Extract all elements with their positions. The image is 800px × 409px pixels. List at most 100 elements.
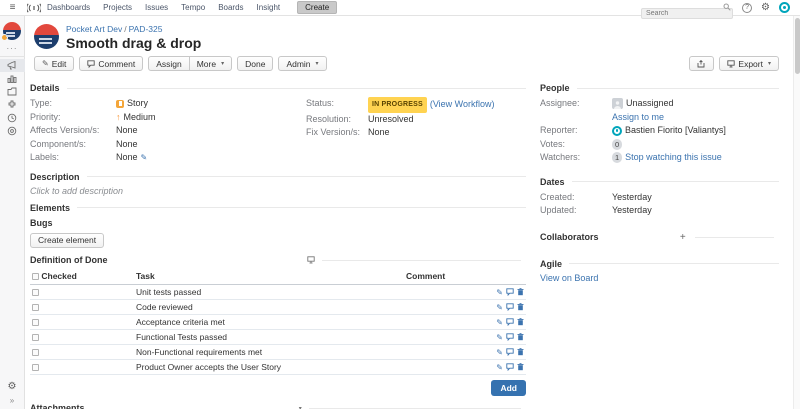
components-icon[interactable] [0,98,25,111]
dod-row-checkbox[interactable] [32,364,39,371]
description-placeholder[interactable]: Click to add description [30,186,526,196]
admin-button[interactable]: Admin ▾ [278,56,326,71]
add-collaborator-icon[interactable]: + [678,232,688,243]
comment-button[interactable]: Comment [79,56,143,71]
search-icon[interactable] [723,3,731,11]
comment-row-icon[interactable] [506,318,514,326]
dod-comment [404,330,490,345]
fix-version-label: Fix Version/s: [306,126,368,140]
dod-row-checkbox[interactable] [32,289,39,296]
edit-row-icon[interactable]: ✎ [496,348,503,357]
dod-row-checkbox[interactable] [32,319,39,326]
announcements-icon[interactable] [0,59,25,72]
toolbar-right: Export ▾ [689,56,779,71]
labels-label: Labels: [30,151,116,165]
nav-dashboards[interactable]: Dashboards [47,3,90,12]
dod-row-checkbox[interactable] [32,304,39,311]
reporter-label: Reporter: [540,124,612,138]
assign-label: Assign [156,59,182,69]
nav-tempo[interactable]: Tempo [181,3,205,12]
more-button[interactable]: More ▾ [190,56,232,71]
field-labels: Labels: None✎ [30,151,306,165]
dod-select-all-checkbox[interactable] [32,273,39,280]
updated-label: Updated: [540,204,612,218]
export-button[interactable]: Export ▾ [719,56,779,71]
watchers-badge[interactable]: 1 [612,152,622,163]
edit-labels-icon[interactable]: ✎ [141,151,148,165]
priority-medium-icon: ↑ [116,111,121,125]
dod-row-checkbox[interactable] [32,349,39,356]
comment-row-icon[interactable] [506,303,514,311]
create-element-button[interactable]: Create element [30,233,104,248]
stop-watching-link[interactable]: Stop watching this issue [625,151,722,165]
search-input[interactable] [641,8,733,19]
nav-insight[interactable]: Insight [257,3,281,12]
unassigned-avatar-icon [612,98,623,109]
delete-row-icon[interactable] [517,318,524,326]
attachments-options-caret-icon[interactable]: ▾ [299,405,302,409]
view-workflow-link[interactable]: (View Workflow) [430,98,495,112]
comment-row-icon[interactable] [506,333,514,341]
sidebar-more-icon[interactable]: ··· [7,44,18,53]
elements-heading: Elements [30,203,526,213]
create-button[interactable]: Create [297,1,337,14]
gear-icon[interactable]: ⚙ [761,3,770,13]
votes-badge[interactable]: 0 [612,139,622,150]
dates-heading: Dates [540,177,779,187]
reports-icon[interactable] [0,72,25,85]
affects-label: Affects Version/s: [30,124,116,138]
comment-row-icon[interactable] [506,348,514,356]
settings-circle-icon[interactable] [0,124,25,137]
done-button[interactable]: Done [237,56,273,71]
project-avatar[interactable] [3,22,21,40]
page-scrollbar[interactable] [793,16,800,409]
share-icon [697,60,706,68]
history-icon[interactable] [0,111,25,124]
add-task-button[interactable]: Add [491,380,526,396]
scrollbar-thumb[interactable] [795,18,800,74]
view-on-board-link[interactable]: View on Board [540,273,598,283]
releases-icon[interactable] [0,85,25,98]
attachments-section: Attachments ▾ Drop files to attach, or b… [30,403,526,409]
comment-row-icon[interactable] [506,288,514,296]
labels-value: None [116,151,138,165]
delete-row-icon[interactable] [517,363,524,371]
help-icon[interactable]: ? [742,3,752,13]
assign-button[interactable]: Assign [148,56,190,71]
hamburger-menu-icon[interactable]: ≡ [0,2,25,13]
user-avatar[interactable] [779,2,790,13]
collaborators-heading-label: Collaborators [540,232,599,242]
resolution-value: Unresolved [368,113,414,127]
edit-label: Edit [52,59,67,69]
created-value: Yesterday [612,191,652,205]
comment-row-icon[interactable] [506,363,514,371]
share-button[interactable] [689,56,714,71]
nav-projects[interactable]: Projects [103,3,132,12]
search-box [641,2,733,13]
edit-row-icon[interactable]: ✎ [496,303,503,312]
project-settings-gear-icon[interactable]: ⚙ [8,382,17,392]
dod-display-icon[interactable] [307,256,315,264]
delete-row-icon[interactable] [517,288,524,296]
dod-row-checkbox[interactable] [32,334,39,341]
sidebar-expand-icon[interactable]: » [10,396,14,405]
edit-row-icon[interactable]: ✎ [496,363,503,372]
edit-row-icon[interactable]: ✎ [496,288,503,297]
sidebar-bottom: ⚙ » [8,382,17,409]
nav-issues[interactable]: Issues [145,3,168,12]
assign-to-me-link[interactable]: Assign to me [612,112,664,122]
edit-button[interactable]: ✎ Edit [34,56,74,71]
app-logo-icon[interactable] [27,3,41,13]
people-heading: People [540,83,779,93]
issue-header: Pocket Art Dev/PAD-325 Smooth drag & dro… [26,16,793,51]
edit-row-icon[interactable]: ✎ [496,333,503,342]
nav-boards[interactable]: Boards [218,3,243,12]
delete-row-icon[interactable] [517,333,524,341]
delete-row-icon[interactable] [517,348,524,356]
breadcrumb-issue-key-link[interactable]: PAD-325 [129,24,163,34]
dod-col-task: Task [134,269,404,285]
edit-row-icon[interactable]: ✎ [496,318,503,327]
delete-row-icon[interactable] [517,303,524,311]
breadcrumb-project-link[interactable]: Pocket Art Dev [66,24,122,34]
resolution-label: Resolution: [306,113,368,127]
